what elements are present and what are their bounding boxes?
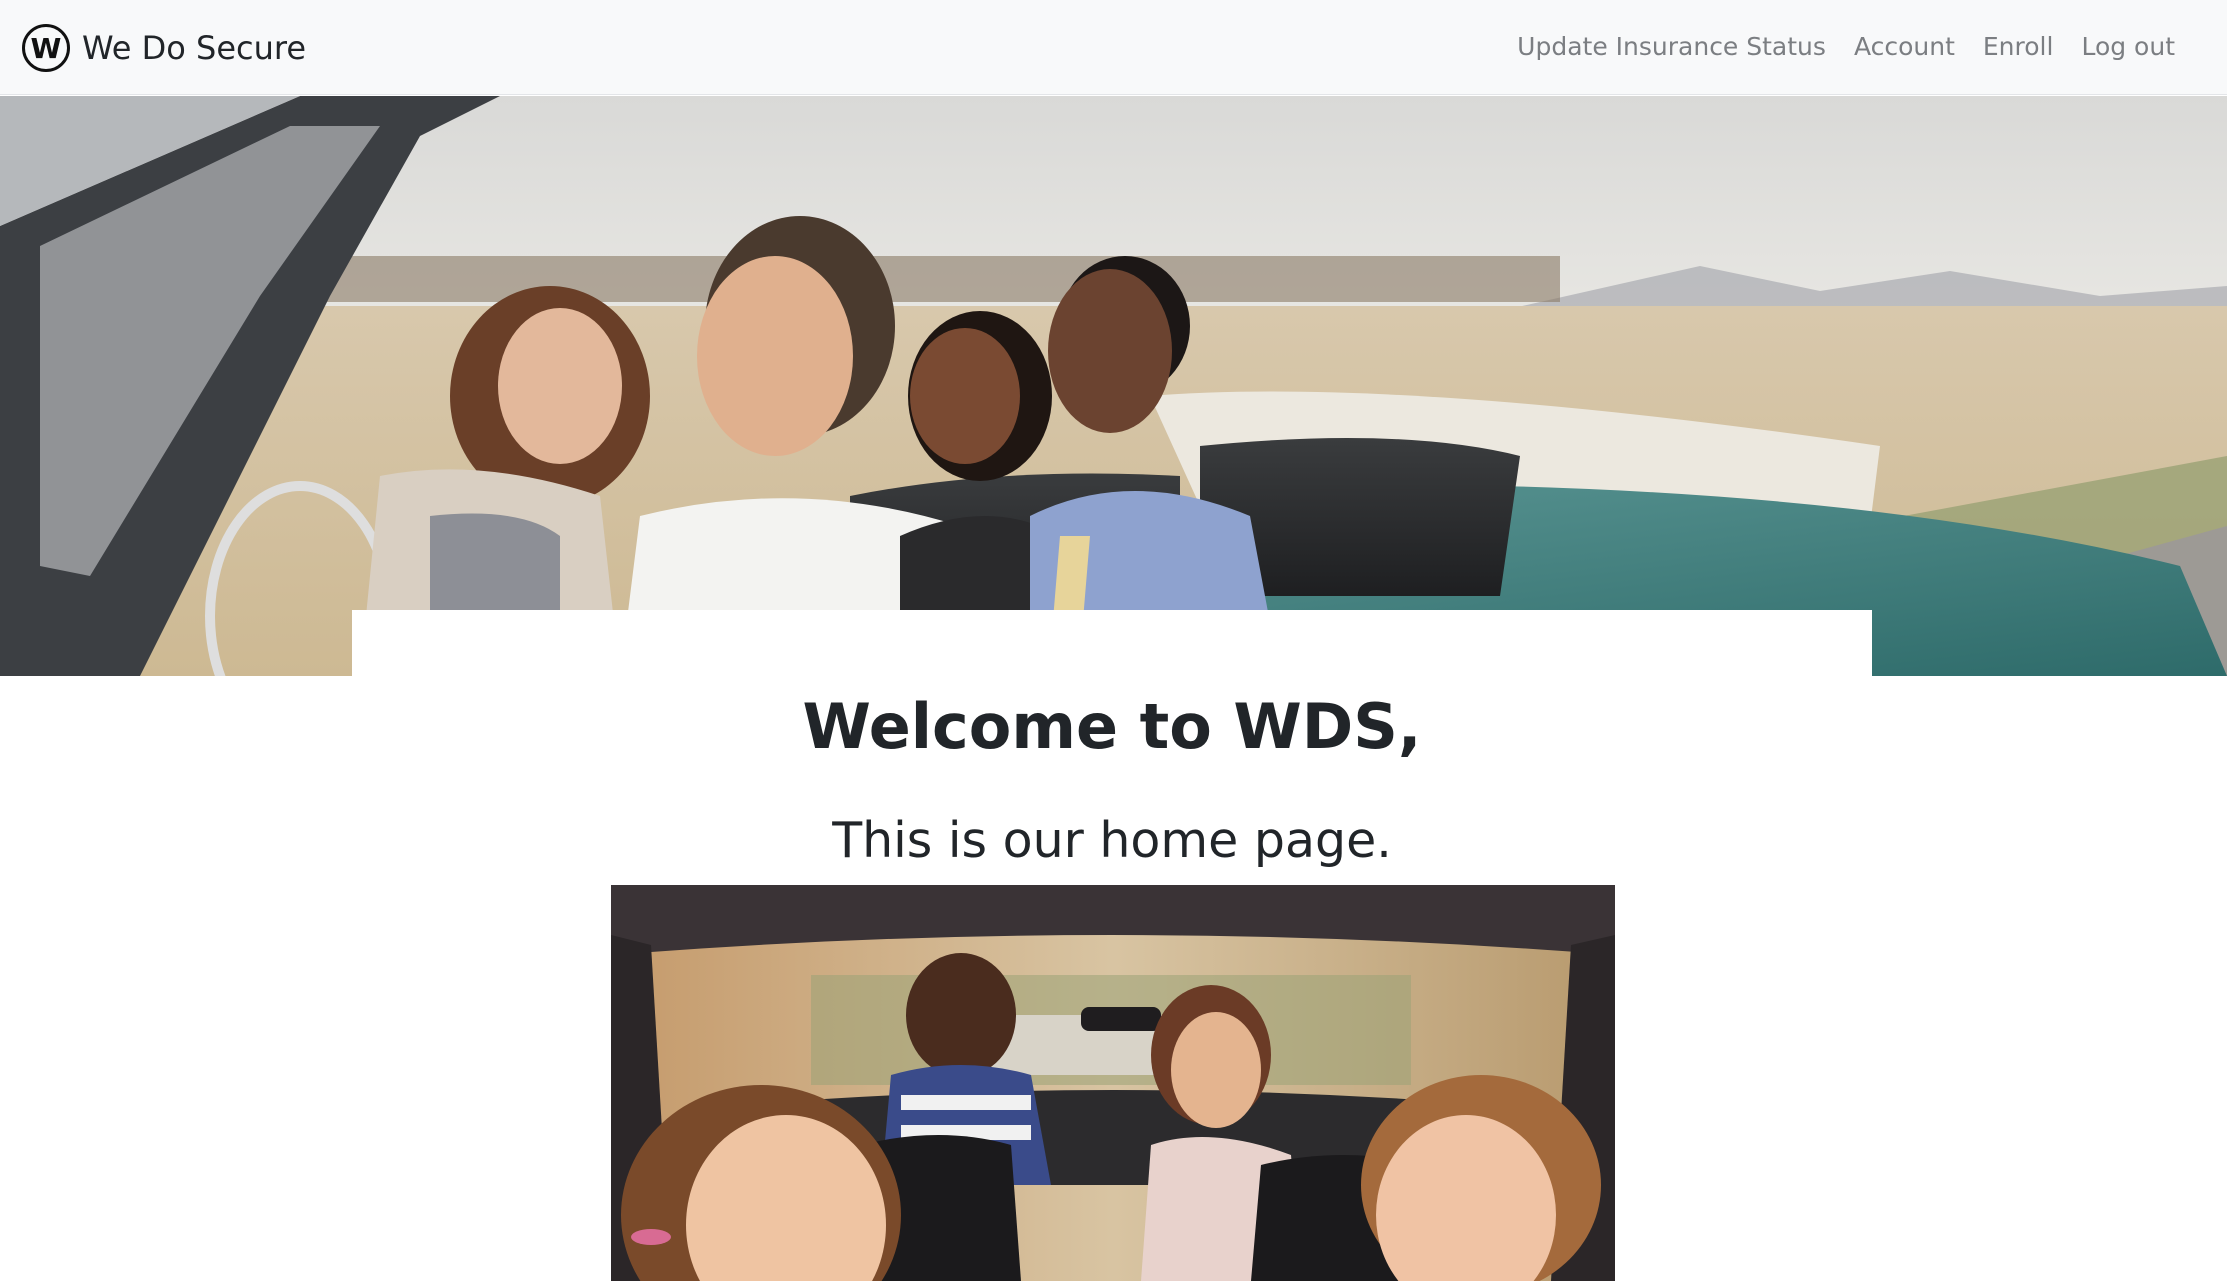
nav-link-log-out[interactable]: Log out: [2067, 28, 2189, 65]
hero-banner-image: [0, 96, 2227, 676]
nav-link-enroll[interactable]: Enroll: [1969, 28, 2068, 65]
home-subheading: This is our home page.: [832, 812, 1392, 869]
brand-name: We Do Secure: [82, 29, 307, 67]
family-car-photo: [611, 885, 1615, 1281]
brand-logo-icon: W: [22, 24, 70, 72]
welcome-heading: Welcome to WDS,: [802, 690, 1422, 763]
nav-link-account[interactable]: Account: [1840, 28, 1969, 65]
nav-link-update-insurance-status[interactable]: Update Insurance Status: [1503, 28, 1840, 65]
nav-menu: Update Insurance Status Account Enroll L…: [1503, 28, 2189, 65]
top-navbar: W We Do Secure Update Insurance Status A…: [0, 0, 2227, 95]
brand-link[interactable]: W We Do Secure: [22, 22, 306, 74]
